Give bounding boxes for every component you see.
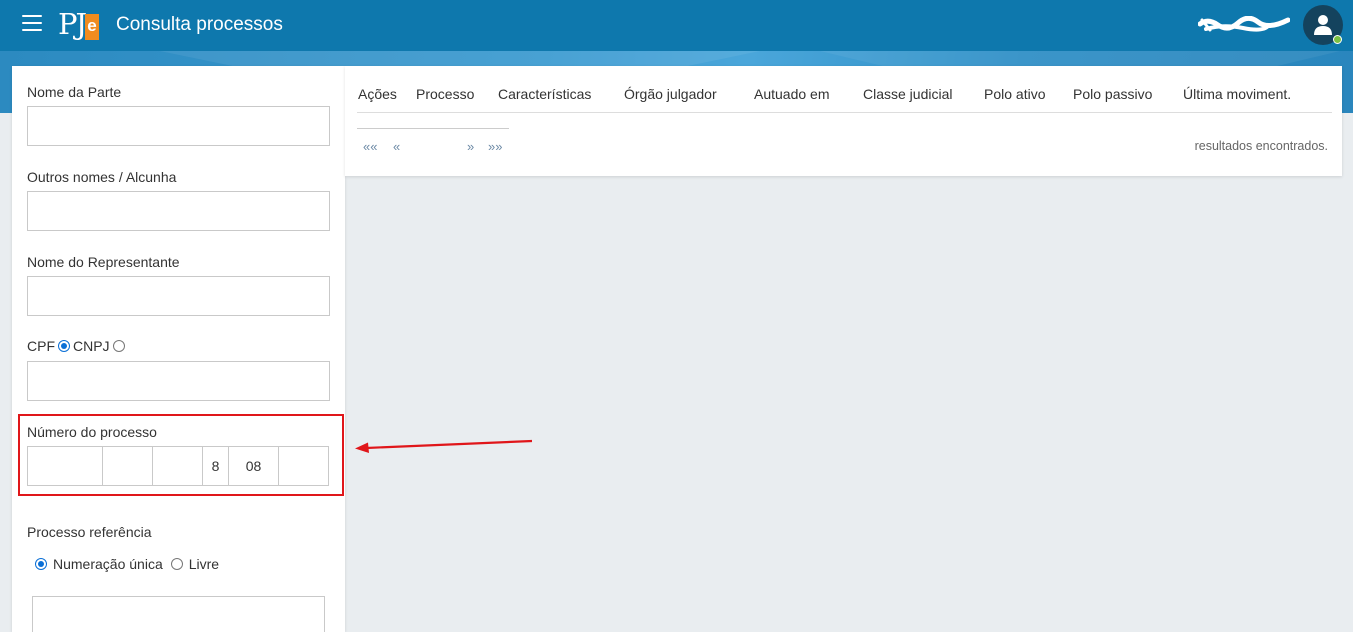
online-status-dot: [1333, 35, 1342, 44]
livre-radio[interactable]: [170, 558, 183, 570]
redacted-username: [1198, 16, 1290, 32]
processo-ano-input[interactable]: [152, 446, 203, 486]
logo-e: e: [85, 14, 99, 40]
cnpj-radio[interactable]: [112, 340, 125, 352]
processo-segmento-input[interactable]: 8: [202, 446, 229, 486]
filter-panel: Nome da Parte Outros nomes / Alcunha Nom…: [12, 66, 345, 632]
nome-parte-label: Nome da Parte: [27, 84, 122, 100]
column-header-caracteristicas[interactable]: Características: [498, 86, 591, 102]
representante-input[interactable]: [27, 276, 330, 316]
column-header-autuado-em[interactable]: Autuado em: [754, 86, 830, 102]
livre-label: Livre: [188, 556, 220, 572]
processo-referencia-input[interactable]: [32, 596, 325, 632]
page-title: Consulta processos: [116, 14, 283, 35]
column-header-polo-ativo[interactable]: Polo ativo: [984, 86, 1045, 102]
referencia-type-selector: Numeração única Livre: [32, 556, 219, 572]
outros-nomes-input[interactable]: [27, 191, 330, 231]
pager-divider: [357, 128, 509, 129]
processo-origem-input[interactable]: [278, 446, 329, 486]
numero-processo-label: Número do processo: [27, 424, 157, 440]
next-page-button[interactable]: »: [467, 139, 474, 154]
cpf-label: CPF: [27, 338, 55, 354]
header-divider: [357, 112, 1332, 113]
document-type-selector: CPF CNPJ: [27, 338, 128, 354]
first-page-button[interactable]: ««: [363, 139, 377, 154]
processo-digito-input[interactable]: [102, 446, 153, 486]
outros-nomes-label: Outros nomes / Alcunha: [27, 169, 177, 185]
processo-sequencial-input[interactable]: [27, 446, 103, 486]
last-page-button[interactable]: »»: [488, 139, 502, 154]
column-header-ultima-movimentacao[interactable]: Última moviment.: [1183, 86, 1291, 102]
pje-logo[interactable]: PJ e: [58, 6, 102, 44]
prev-page-button[interactable]: «: [393, 139, 400, 154]
annotation-arrow: [355, 439, 533, 453]
column-header-acoes[interactable]: Ações: [358, 86, 397, 102]
column-header-classe-judicial[interactable]: Classe judicial: [863, 86, 952, 102]
processo-referencia-label: Processo referência: [27, 524, 152, 540]
cpf-cnpj-input[interactable]: [27, 361, 330, 401]
results-table-panel: Ações Processo Características Órgão jul…: [345, 66, 1342, 176]
column-header-orgao-julgador[interactable]: Órgão julgador: [624, 86, 717, 102]
user-icon: [1314, 15, 1332, 35]
cpf-radio[interactable]: [58, 340, 70, 352]
representante-label: Nome do Representante: [27, 254, 180, 270]
numeracao-unica-label: Numeração única: [53, 556, 163, 572]
processo-tribunal-input[interactable]: 08: [228, 446, 279, 486]
hamburger-icon[interactable]: [22, 15, 42, 31]
results-count: resultados encontrados.: [1194, 139, 1328, 153]
logo-text: PJ: [58, 7, 87, 41]
column-header-processo[interactable]: Processo: [416, 86, 474, 102]
column-header-polo-passivo[interactable]: Polo passivo: [1073, 86, 1152, 102]
cnpj-label: CNPJ: [73, 338, 110, 354]
nome-parte-input[interactable]: [27, 106, 330, 146]
numeracao-unica-radio[interactable]: [35, 558, 47, 570]
